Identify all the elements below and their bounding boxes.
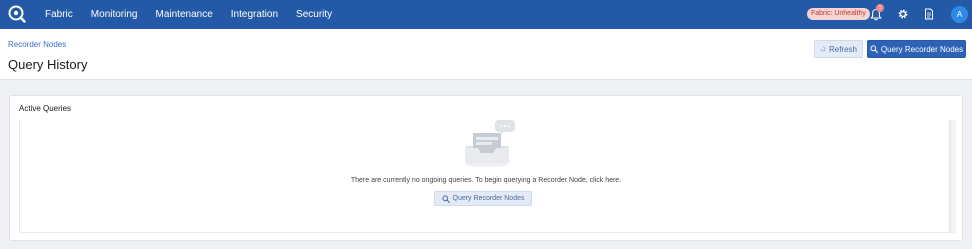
card-title: Active Queries: [19, 104, 72, 113]
search-icon: [870, 45, 878, 53]
refresh-button[interactable]: Refresh: [814, 40, 863, 58]
empty-state-link[interactable]: There are currently no ongoing queries. …: [351, 177, 621, 184]
search-icon: [441, 194, 450, 203]
document-icon[interactable]: [924, 8, 934, 20]
nav-item-monitoring[interactable]: Monitoring: [91, 9, 138, 20]
query-recorder-nodes-button[interactable]: Query Recorder Nodes: [867, 40, 966, 58]
top-navigation-bar: Fabric Monitoring Maintenance Integratio…: [0, 0, 972, 29]
main-nav: Fabric Monitoring Maintenance Integratio…: [45, 0, 350, 29]
notification-count-badge: 1: [876, 4, 884, 12]
user-avatar[interactable]: A: [951, 6, 968, 23]
logo-icon[interactable]: [8, 5, 26, 23]
empty-state-message: There are currently no ongoing queries. …: [0, 177, 972, 184]
query-button-label: Query Recorder Nodes: [880, 44, 964, 54]
empty-state-button-label: Query Recorder Nodes: [452, 195, 525, 202]
page-header: Recorder Nodes Query History Refresh Que…: [0, 29, 972, 80]
active-queries-card: Active Queries: [9, 95, 963, 241]
empty-inbox-icon: [465, 120, 515, 167]
nav-item-integration[interactable]: Integration: [231, 9, 278, 20]
fabric-status-badge[interactable]: Fabric: Unhealthy: [807, 8, 870, 20]
breadcrumb-recorder-nodes[interactable]: Recorder Nodes: [8, 40, 66, 49]
nav-item-security[interactable]: Security: [296, 9, 332, 20]
nav-item-maintenance[interactable]: Maintenance: [156, 9, 213, 20]
empty-state-query-button[interactable]: Query Recorder Nodes: [434, 191, 532, 206]
refresh-icon: [820, 46, 826, 52]
page-title: Query History: [8, 57, 88, 72]
nav-item-fabric[interactable]: Fabric: [45, 9, 73, 20]
refresh-button-label: Refresh: [828, 44, 857, 54]
gear-icon[interactable]: [897, 8, 909, 20]
